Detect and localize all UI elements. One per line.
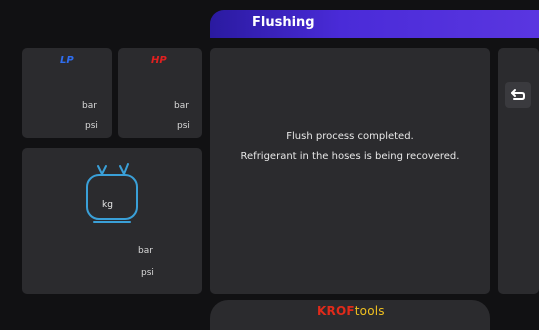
tank-unit-kg: kg — [102, 200, 113, 210]
page-title: Flushing — [252, 15, 315, 30]
return-icon — [511, 89, 525, 100]
back-button[interactable] — [505, 82, 531, 108]
tank-panel: kg bar psi — [22, 148, 202, 294]
status-message-line-2: Refrigerant in the hoses is being recove… — [240, 151, 460, 162]
tank-unit-psi: psi — [141, 268, 154, 278]
lp-label: LP — [60, 55, 74, 66]
lp-gauge-panel: LP bar psi — [22, 48, 112, 138]
footer-bar: KROFtools — [210, 300, 490, 330]
message-panel: Flush process completed. Refrigerant in … — [210, 48, 490, 294]
hp-unit-bar: bar — [174, 101, 189, 111]
lp-unit-psi: psi — [85, 121, 98, 131]
title-bar: Flushing — [210, 10, 539, 38]
hp-unit-psi: psi — [177, 121, 190, 131]
brand-logo: KROFtools — [317, 304, 385, 318]
lp-unit-bar: bar — [82, 101, 97, 111]
logo-part-tools: tools — [354, 304, 385, 318]
hp-label: HP — [151, 55, 167, 66]
refrigerant-tank-icon — [86, 163, 138, 223]
hp-gauge-panel: HP bar psi — [118, 48, 202, 138]
side-panel — [498, 48, 539, 294]
tank-unit-bar: bar — [138, 246, 153, 256]
status-message-line-1: Flush process completed. — [286, 131, 414, 142]
logo-part-krof: KROF — [317, 304, 355, 318]
